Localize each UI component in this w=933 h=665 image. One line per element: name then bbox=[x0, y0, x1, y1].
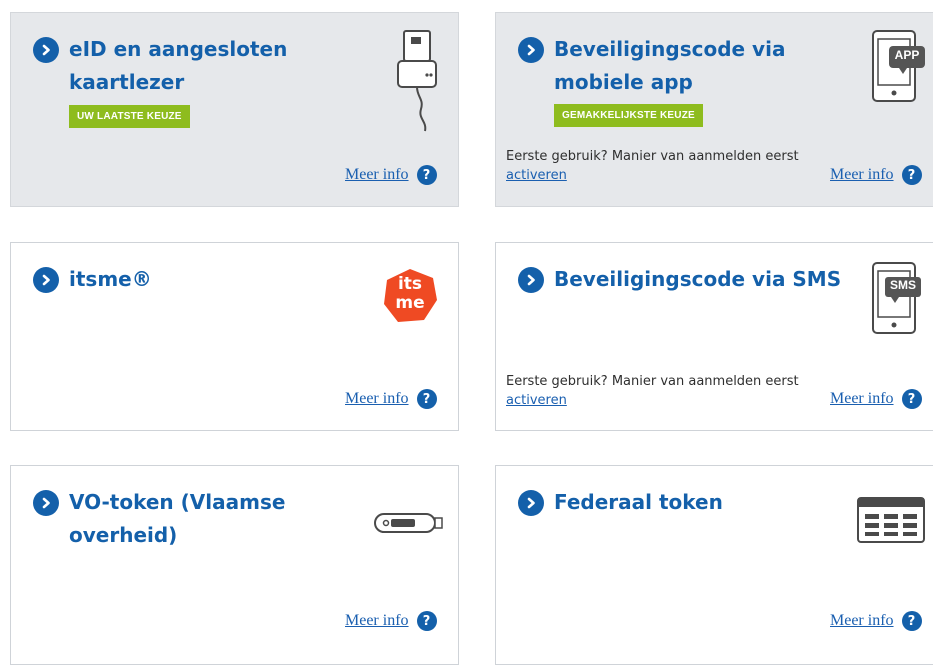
token-card-icon bbox=[854, 494, 930, 552]
first-use-note: Eerste gebruik? Manier van aanmelden eer… bbox=[506, 372, 826, 410]
option-title: VO-token (Vlaamse overheid) bbox=[69, 490, 286, 547]
status-badge: GEMAKKELIJKSTE KEUZE bbox=[554, 104, 703, 127]
phone-sms-icon: SMS bbox=[869, 259, 929, 343]
phone-screen-label: APP bbox=[894, 48, 920, 62]
option-title: Beveiligingscode via mobiele app bbox=[554, 37, 786, 94]
meer-info-link[interactable]: Meer info ? bbox=[830, 611, 922, 631]
meer-info-text[interactable]: Meer info bbox=[345, 390, 409, 408]
itsme-logo: its me bbox=[381, 267, 439, 325]
meer-info-link[interactable]: Meer info ? bbox=[345, 611, 437, 631]
help-icon[interactable]: ? bbox=[416, 165, 437, 185]
chevron-right-icon bbox=[518, 37, 544, 63]
itsme-logo-me: me bbox=[395, 293, 425, 313]
option-title: Beveiligingscode via SMS bbox=[554, 267, 842, 291]
help-icon[interactable]: ? bbox=[901, 389, 922, 409]
first-use-text: Eerste gebruik? Manier van aanmelden eer… bbox=[506, 374, 799, 389]
option-title: Federaal token bbox=[554, 490, 723, 514]
help-icon[interactable]: ? bbox=[901, 611, 922, 631]
login-option-vo-token[interactable]: VO-token (Vlaamse overheid) Meer info ? bbox=[10, 465, 459, 665]
activeren-link[interactable]: activeren bbox=[506, 393, 567, 408]
phone-app-icon: APP bbox=[869, 27, 929, 111]
chevron-right-icon bbox=[33, 267, 59, 293]
help-icon[interactable]: ? bbox=[416, 611, 437, 631]
chevron-right-icon bbox=[33, 37, 59, 63]
chevron-right-icon bbox=[518, 490, 544, 516]
status-badge: UW LAATSTE KEUZE bbox=[69, 105, 190, 128]
option-title: itsme® bbox=[69, 267, 152, 291]
meer-info-text[interactable]: Meer info bbox=[830, 390, 894, 408]
first-use-note: Eerste gebruik? Manier van aanmelden eer… bbox=[506, 147, 826, 185]
meer-info-text[interactable]: Meer info bbox=[830, 166, 894, 184]
phone-screen-label: SMS bbox=[889, 278, 916, 292]
chevron-right-icon bbox=[33, 490, 59, 516]
meer-info-text[interactable]: Meer info bbox=[830, 612, 894, 630]
login-option-sms[interactable]: Beveiligingscode via SMS SMS Eerste gebr… bbox=[495, 242, 933, 431]
meer-info-link[interactable]: Meer info ? bbox=[345, 389, 437, 409]
usb-token-icon bbox=[371, 508, 451, 542]
meer-info-text[interactable]: Meer info bbox=[345, 166, 409, 184]
chevron-right-icon bbox=[518, 267, 544, 293]
meer-info-link[interactable]: Meer info ? bbox=[345, 165, 437, 185]
activeren-link[interactable]: activeren bbox=[506, 168, 567, 183]
first-use-text: Eerste gebruik? Manier van aanmelden eer… bbox=[506, 149, 799, 164]
option-title: eID en aangesloten kaartlezer bbox=[69, 37, 288, 94]
meer-info-link[interactable]: Meer info ? bbox=[830, 389, 922, 409]
login-option-mobile-app[interactable]: Beveiligingscode via mobiele app GEMAKKE… bbox=[495, 12, 933, 207]
meer-info-text[interactable]: Meer info bbox=[345, 612, 409, 630]
login-option-eid[interactable]: eID en aangesloten kaartlezer UW LAATSTE… bbox=[10, 12, 459, 207]
itsme-logo-its: its bbox=[397, 274, 423, 294]
help-icon[interactable]: ? bbox=[416, 389, 437, 409]
meer-info-link[interactable]: Meer info ? bbox=[830, 165, 922, 185]
card-reader-icon bbox=[394, 27, 446, 141]
login-option-itsme[interactable]: itsme® its me Meer info ? bbox=[10, 242, 459, 431]
login-option-federaal-token[interactable]: Federaal token Meer info ? bbox=[495, 465, 933, 665]
help-icon[interactable]: ? bbox=[901, 165, 922, 185]
